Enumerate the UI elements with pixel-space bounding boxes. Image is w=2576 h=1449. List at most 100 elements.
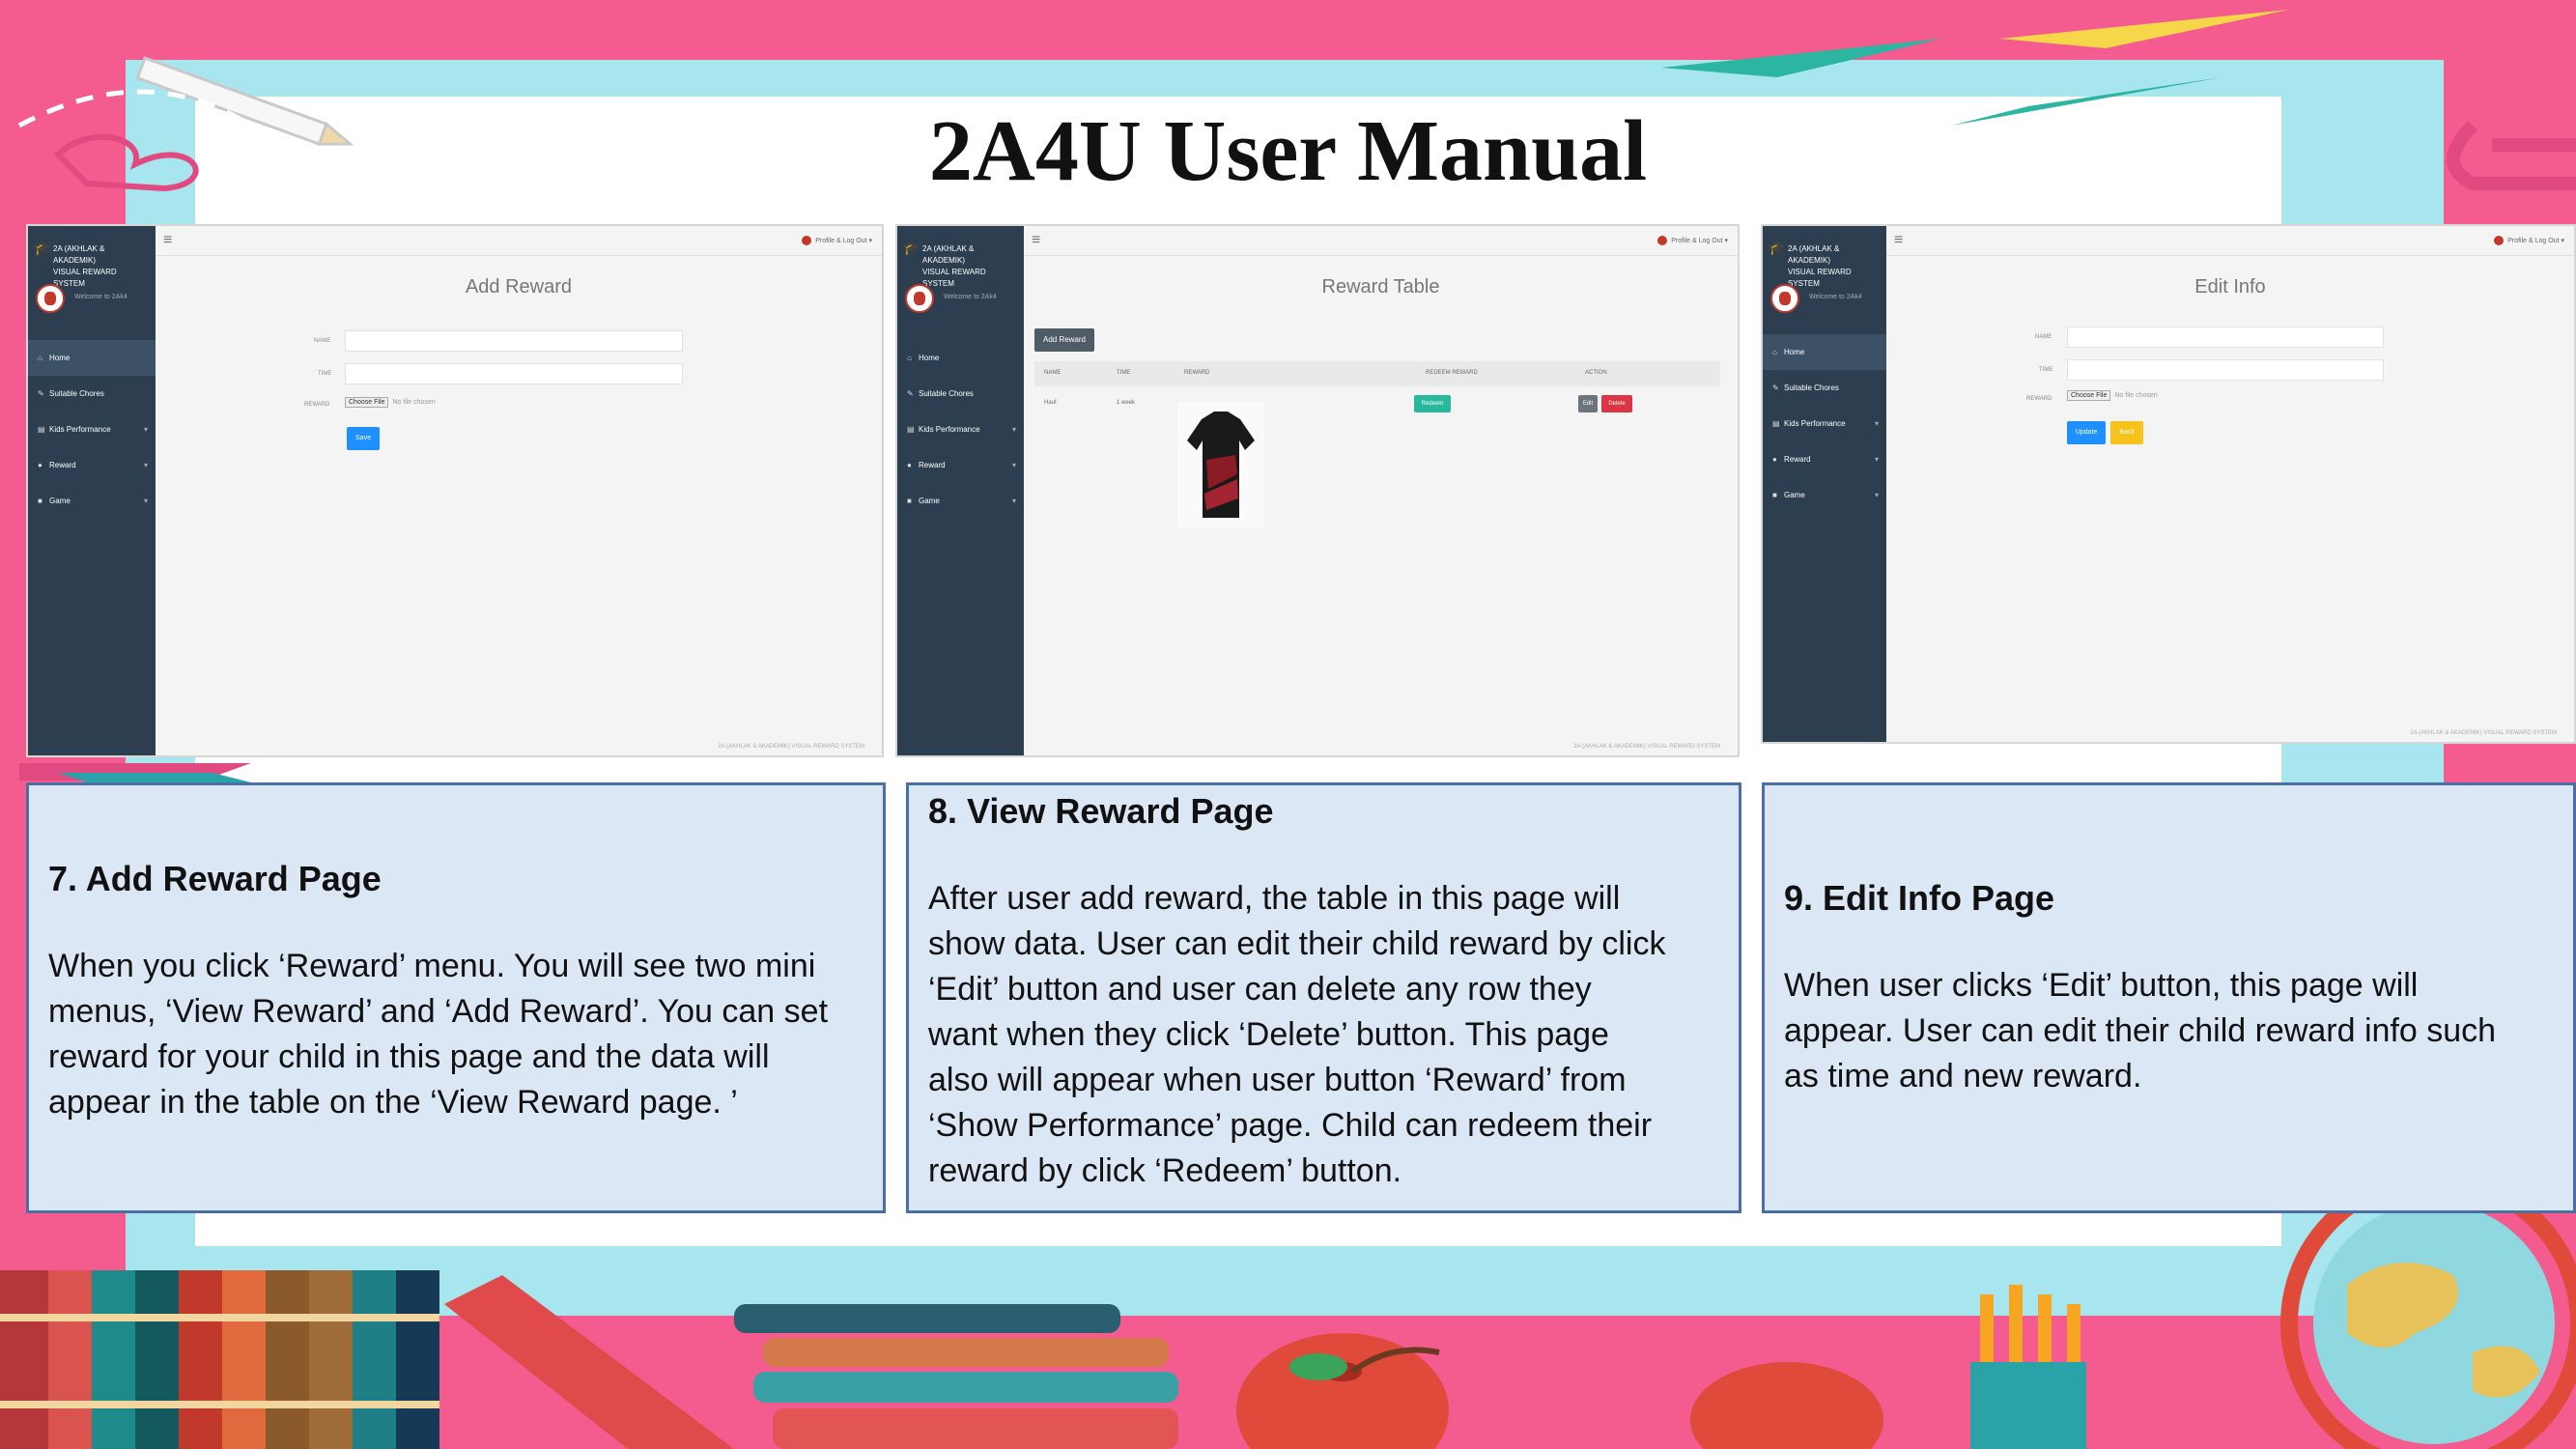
- card-body: When user clicks ‘Edit’ button, this pag…: [1784, 963, 2496, 1099]
- avatar: [1770, 284, 1799, 313]
- name-input[interactable]: [2067, 327, 2384, 348]
- game-icon: ■: [1772, 491, 1777, 499]
- sidebar-menu: ⌂ Home ✎ Suitable Chores ▤ Kids Performance…: [28, 340, 156, 519]
- card-view-reward: 8. View Reward Page After user add rewar…: [906, 782, 1741, 1213]
- column-header: ACTION: [1585, 370, 1607, 376]
- sidebar-item-home[interactable]: ⌂ Home: [897, 340, 1024, 376]
- brand-line: VISUAL REWARD SYSTEM: [922, 268, 986, 288]
- edit-button[interactable]: Edit: [1578, 395, 1598, 412]
- jersey-image: [1177, 402, 1264, 527]
- sidebar-item-home[interactable]: ⌂ Home: [28, 340, 156, 376]
- card-body: After user add reward, the table in this…: [928, 876, 1665, 1194]
- book-stack-icon: [734, 1304, 1178, 1449]
- sidebar-item-chores[interactable]: ✎ Suitable Chores: [897, 376, 1024, 412]
- add-reward-button[interactable]: Add Reward: [1034, 328, 1094, 352]
- card-line: as time and new reward.: [1784, 1058, 2142, 1094]
- sidebar-item-game[interactable]: ■ Game ▾: [1763, 477, 1886, 513]
- card-line: When you click ‘Reward’ menu. You will s…: [48, 948, 816, 984]
- welcome-text: Welcome to 2Ak4: [74, 294, 127, 300]
- ruler-icon: [444, 1275, 734, 1449]
- reward-file-input[interactable]: Choose File No file chosen: [345, 397, 436, 408]
- column-header: NAME: [1044, 370, 1062, 376]
- update-button[interactable]: Update: [2067, 421, 2106, 444]
- chevron-down-icon: ▾: [1011, 425, 1016, 434]
- profile-menu[interactable]: Profile & Log Out ▾: [1657, 236, 1728, 245]
- app-topbar: ≡ Profile & Log Out ▾: [1886, 226, 2574, 256]
- sidebar-item-home[interactable]: ⌂ Home: [1763, 334, 1886, 370]
- avatar: [905, 284, 934, 313]
- paper-plane-icon: [1999, 10, 2289, 48]
- sidebar-item-chores[interactable]: ✎ Suitable Chores: [28, 376, 156, 412]
- screenshot-reward-table: 🎓 2A (AKHLAK & AKADEMIK) VISUAL REWARD S…: [895, 224, 1740, 757]
- card-line: ‘Show Performance’ page. Child can redee…: [928, 1107, 1653, 1144]
- card-line: When user clicks ‘Edit’ button, this pag…: [1784, 967, 2419, 1004]
- reward-label: REWARD: [2026, 396, 2052, 402]
- cell-name: Hauf: [1044, 400, 1057, 406]
- chevron-down-icon: ▾: [1874, 455, 1879, 464]
- card-heading: 8. View Reward Page: [928, 791, 1274, 831]
- chevron-down-icon: ▾: [143, 425, 148, 434]
- delete-button[interactable]: Delete: [1601, 395, 1632, 412]
- back-button[interactable]: Back: [2110, 421, 2143, 444]
- sidebar-menu: ⌂ Home ✎ Suitable Chores ▤ Kids Performance…: [1763, 334, 1886, 513]
- sidebar-item-reward[interactable]: ● Reward ▾: [897, 447, 1024, 483]
- reward-icon: ●: [907, 461, 912, 469]
- column-header: REWARD: [1184, 370, 1210, 376]
- card-line: want when they click ‘Delete’ button. Th…: [928, 1016, 1609, 1053]
- app-topbar: ≡ Profile & Log Out ▾: [156, 226, 882, 256]
- card-line: appear in the table on the ‘View Reward …: [48, 1084, 738, 1121]
- sidebar-item-game[interactable]: ■ Game ▾: [28, 483, 156, 519]
- chevron-down-icon: ▾: [1874, 491, 1879, 499]
- column-header: REDEEM REWARD: [1426, 370, 1478, 376]
- brand-line: VISUAL REWARD SYSTEM: [53, 268, 117, 288]
- brand-line: 2A (AKHLAK & AKADEMIK): [53, 244, 105, 265]
- avatar: [36, 284, 65, 313]
- sidebar-item-performance[interactable]: ▤ Kids Performance ▾: [1763, 406, 1886, 441]
- sidebar-item-performance[interactable]: ▤ Kids Performance ▾: [897, 412, 1024, 447]
- app-sidebar: 🎓 2A (AKHLAK & AKADEMIK) VISUAL REWARD S…: [1763, 226, 1886, 742]
- profile-menu[interactable]: Profile & Log Out ▾: [2494, 236, 2564, 245]
- app-topbar: ≡ Profile & Log Out ▾: [1024, 226, 1738, 256]
- sidebar-item-game[interactable]: ■ Game ▾: [897, 483, 1024, 519]
- profile-icon: [802, 236, 812, 245]
- hamburger-icon[interactable]: ≡: [1032, 232, 1040, 249]
- time-input[interactable]: [345, 363, 683, 384]
- brand-line: 2A (AKHLAK & AKADEMIK): [922, 244, 975, 265]
- reward-icon: ●: [38, 461, 42, 469]
- chevron-down-icon: ▾: [143, 497, 148, 505]
- profile-menu[interactable]: Profile & Log Out ▾: [802, 236, 872, 245]
- graduation-cap-icon: 🎓: [1769, 240, 1786, 255]
- chevron-down-icon: ▾: [1011, 497, 1016, 505]
- card-heading: 7. Add Reward Page: [48, 859, 382, 898]
- app-brand: 🎓 2A (AKHLAK & AKADEMIK) VISUAL REWARD S…: [897, 226, 1024, 290]
- screenshot-edit-info: 🎓 2A (AKHLAK & AKADEMIK) VISUAL REWARD S…: [1761, 224, 2576, 744]
- app-brand: 🎓 2A (AKHLAK & AKADEMIK) VISUAL REWARD S…: [28, 226, 156, 290]
- redeem-button[interactable]: Redeem: [1414, 395, 1451, 412]
- time-input[interactable]: [2067, 359, 2384, 381]
- hamburger-icon[interactable]: ≡: [163, 232, 172, 249]
- choose-file-button[interactable]: Choose File: [2067, 390, 2111, 401]
- time-label: TIME: [2039, 367, 2053, 373]
- screenshot-add-reward: 🎓 2A (AKHLAK & AKADEMIK) VISUAL REWARD S…: [26, 224, 884, 757]
- sidebar-item-chores[interactable]: ✎ Suitable Chores: [1763, 370, 1886, 406]
- hamburger-icon[interactable]: ≡: [1894, 232, 1903, 249]
- sidebar-item-performance[interactable]: ▤ Kids Performance ▾: [28, 412, 156, 447]
- home-icon: ⌂: [907, 354, 912, 362]
- app-footer: 2A (AKHLAK & AKADEMIK) VISUAL REWARD SYS…: [1573, 744, 1720, 750]
- card-body: When you click ‘Reward’ menu. You will s…: [48, 944, 828, 1125]
- app-sidebar: 🎓 2A (AKHLAK & AKADEMIK) VISUAL REWARD S…: [28, 226, 156, 755]
- app-brand: 🎓 2A (AKHLAK & AKADEMIK) VISUAL REWARD S…: [1763, 226, 1886, 290]
- profile-icon: [2494, 236, 2505, 245]
- save-button[interactable]: Save: [347, 427, 380, 450]
- brand-line: VISUAL REWARD SYSTEM: [1788, 268, 1852, 288]
- app-sidebar: 🎓 2A (AKHLAK & AKADEMIK) VISUAL REWARD S…: [897, 226, 1024, 755]
- reward-file-input[interactable]: Choose File No file chosen: [2067, 390, 2158, 401]
- sidebar-item-reward[interactable]: ● Reward ▾: [1763, 441, 1886, 477]
- game-icon: ■: [907, 497, 912, 505]
- chores-icon: ✎: [907, 389, 914, 398]
- sidebar-item-reward[interactable]: ● Reward ▾: [28, 447, 156, 483]
- choose-file-button[interactable]: Choose File: [345, 397, 389, 408]
- card-edit-info: 9. Edit Info Page When user clicks ‘Edit…: [1762, 782, 2576, 1213]
- name-input[interactable]: [345, 330, 683, 352]
- welcome-text: Welcome to 2Ak4: [944, 294, 997, 300]
